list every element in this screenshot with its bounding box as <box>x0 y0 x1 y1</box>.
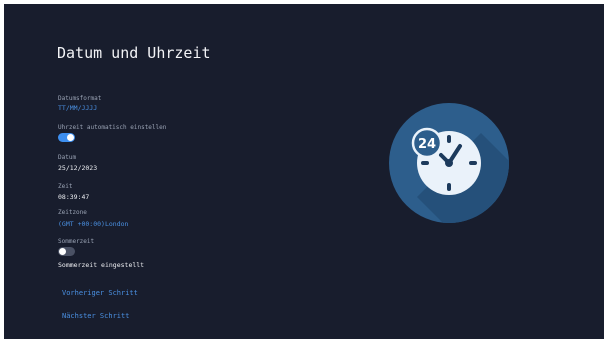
marker-3 <box>469 161 477 165</box>
toggle-knob <box>67 134 74 141</box>
page-title: Datum und Uhrzeit <box>57 44 211 62</box>
date-format-label: Datumsformat <box>58 95 102 102</box>
marker-12 <box>447 135 451 143</box>
auto-time-toggle[interactable] <box>58 133 75 142</box>
previous-step-button[interactable]: Vorheriger Schritt <box>56 287 144 299</box>
hand-pivot <box>445 159 453 167</box>
time-label: Zeit <box>58 183 73 190</box>
dst-label: Sommerzeit <box>58 238 95 245</box>
timezone-label: Zeitzone <box>58 209 87 216</box>
auto-time-label: Uhrzeit automatisch einstellen <box>58 124 167 131</box>
dst-toggle[interactable] <box>58 247 75 256</box>
timezone-value[interactable]: (GMT +00:00)London <box>58 220 128 228</box>
next-step-button[interactable]: Nächster Schritt <box>56 310 135 322</box>
clock-24h-icon: 24 <box>389 103 509 223</box>
dst-status-text: Sommerzeit eingestellt <box>58 261 145 269</box>
marker-9 <box>421 161 429 165</box>
date-format-value[interactable]: TT/MM/JJJJ <box>58 104 97 112</box>
date-value[interactable]: 25/12/2023 <box>58 164 97 172</box>
date-label: Datum <box>58 154 77 161</box>
setup-screen: Datum und Uhrzeit Datumsformat TT/MM/JJJ… <box>4 4 604 339</box>
time-value[interactable]: 08:39:47 <box>58 193 89 201</box>
marker-6 <box>447 183 451 191</box>
clock-illustration-svg: 24 <box>389 103 509 223</box>
badge-24-text: 24 <box>418 137 436 152</box>
toggle-knob <box>59 248 66 255</box>
